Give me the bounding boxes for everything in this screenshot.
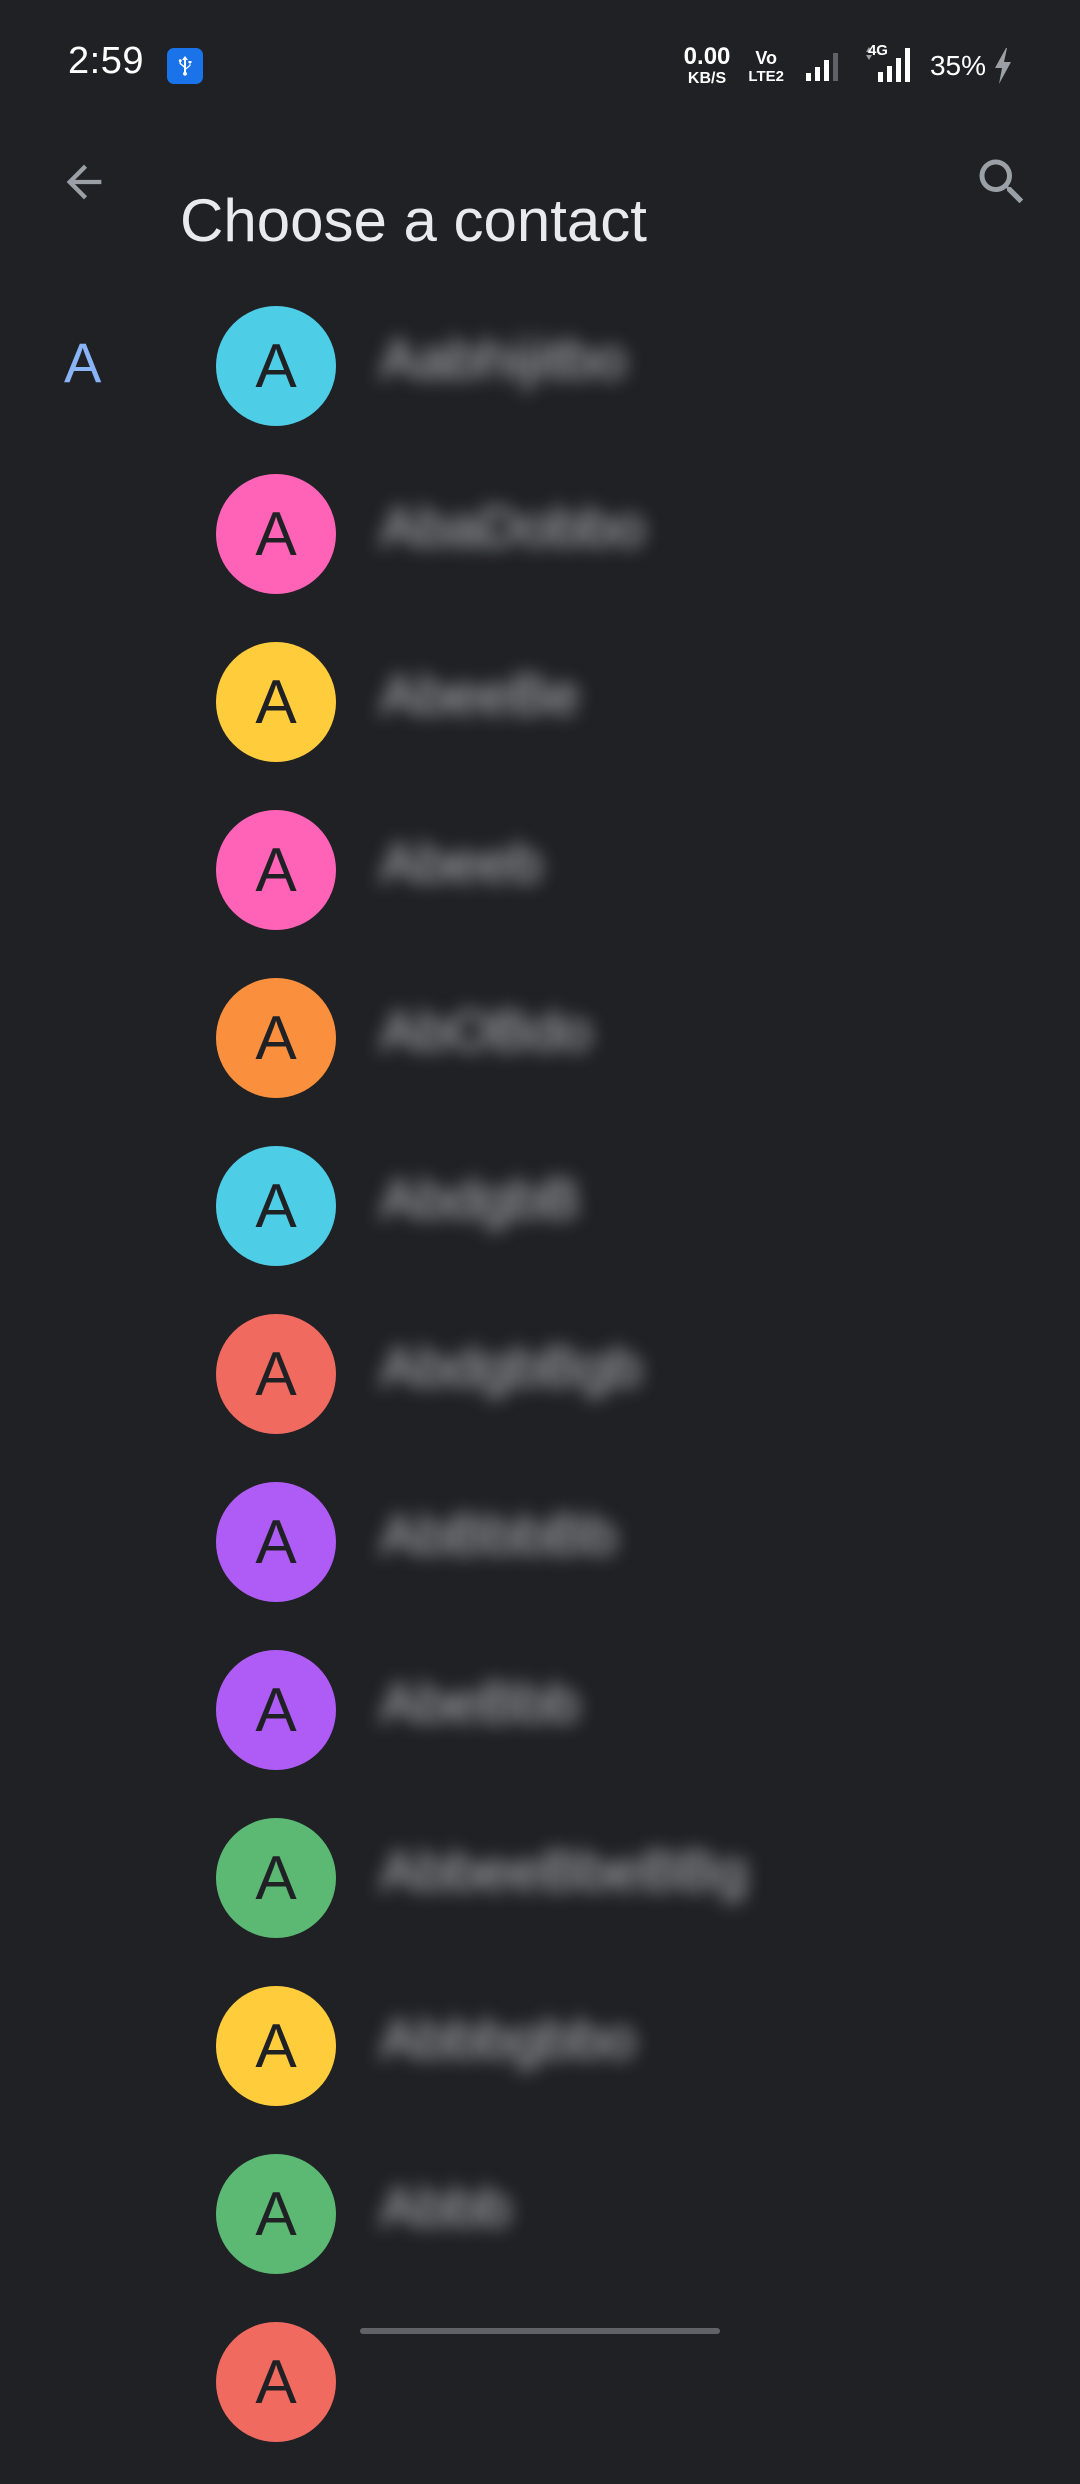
battery-percent: 35% [929, 50, 986, 81]
status-time: 2:59 [68, 40, 144, 82]
network-speed-unit: KB/S [687, 70, 727, 87]
search-button[interactable] [968, 148, 1036, 216]
contact-avatar: A [216, 2154, 336, 2274]
contact-avatar: A [216, 474, 336, 594]
contact-row[interactable]: A AbaDobbo [0, 468, 1080, 636]
contact-avatar: A [216, 1986, 336, 2106]
contact-avatar: A [216, 2322, 336, 2442]
contact-row[interactable]: A Aabhijitbo [0, 300, 1080, 468]
contact-avatar: A [216, 1650, 336, 1770]
contact-row[interactable]: A AbBbbBb [0, 1476, 1080, 1644]
contact-name: AbBbbBb [380, 1503, 617, 1566]
contact-name: AbOBdo [380, 999, 592, 1062]
back-button[interactable] [54, 152, 114, 212]
contact-row[interactable]: A Abbb [0, 2148, 1080, 2316]
page-title: Choose a contact [180, 187, 647, 255]
contact-row[interactable]: A AbeeBe [0, 636, 1080, 804]
charging-icon [995, 48, 1011, 84]
contact-name: Abbbgbbo [380, 2007, 636, 2070]
usb-icon [167, 48, 203, 84]
app-bar: Choose a contact [0, 130, 1080, 254]
contact-avatar: A [216, 1314, 336, 1434]
contact-list[interactable]: A Aabhijitbo A AbaDobbo A AbeeBe A Abeeb… [0, 300, 1080, 2484]
network-type: 4G [867, 41, 888, 59]
contact-name: AbeeBe [380, 663, 580, 726]
contact-name: AbbeeBbeBBg [380, 1839, 748, 1902]
network-speed: 0.00 KB/S [684, 45, 731, 87]
search-icon [979, 159, 1024, 204]
volte-indicator: Vo LTE2 [748, 49, 784, 84]
volte-bottom: LTE2 [748, 67, 784, 85]
signal-icon [805, 53, 838, 81]
status-indicators: 0.00 KB/S Vo LTE2 4G 35% [684, 42, 1014, 88]
contact-name: AbdgbB [380, 1167, 580, 1230]
contact-row[interactable]: A Abbbgbbo [0, 1980, 1080, 2148]
arrow-back-icon [66, 164, 102, 200]
contact-avatar: A [216, 642, 336, 762]
status-bar: 2:59 0.00 KB/S Vo LTE2 4G 35% [0, 0, 1080, 130]
contact-avatar: A [216, 978, 336, 1098]
contact-row[interactable]: A AbOBdo [0, 972, 1080, 1140]
contact-row[interactable]: A AbbeeBbeBBg [0, 1812, 1080, 1980]
contact-avatar: A [216, 306, 336, 426]
contact-row[interactable]: A AbeBbb [0, 1644, 1080, 1812]
volte-top: Vo [755, 47, 777, 68]
contact-row[interactable]: A [0, 2316, 1080, 2484]
contact-name: AbdgbBgb [380, 1335, 642, 1398]
contact-row[interactable]: A Abeeb [0, 804, 1080, 972]
network-speed-value: 0.00 [683, 43, 731, 70]
gesture-navigation-bar[interactable] [360, 2328, 720, 2334]
contact-name: Abbb [380, 2175, 511, 2238]
contact-row[interactable]: A AbdgbB [0, 1140, 1080, 1308]
contact-avatar: A [216, 1482, 336, 1602]
contact-avatar: A [216, 1146, 336, 1266]
contact-name: AbeBbb [380, 1671, 580, 1734]
contact-name: AbaDobbo [380, 495, 645, 558]
contact-avatar: A [216, 1818, 336, 1938]
contact-avatar: A [216, 810, 336, 930]
contact-row[interactable]: A AbdgbBgb [0, 1308, 1080, 1476]
signal-4g-icon: 4G [864, 42, 920, 87]
contact-name: Abeeb [380, 831, 542, 894]
contact-name: Aabhijitbo [380, 327, 626, 390]
